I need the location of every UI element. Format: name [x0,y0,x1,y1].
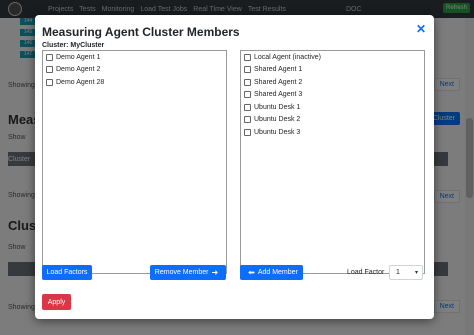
checkbox[interactable] [46,78,53,86]
load-factors-button[interactable]: Load Factors [42,265,92,280]
arrow-left-icon: ⬅ [248,268,255,277]
list-item[interactable]: Demo Agent 28 [43,76,226,89]
list-item-label: Demo Agent 28 [56,78,105,86]
list-item-label: Shared Agent 2 [254,78,303,86]
modal-title: Measuring Agent Cluster Members [42,25,240,39]
checkbox[interactable] [244,128,251,136]
close-icon[interactable]: ✕ [416,22,426,36]
cluster-members-list[interactable]: Demo Agent 1 Demo Agent 2 Demo Agent 28 [42,50,227,274]
arrow-right-icon: ➜ [211,268,219,277]
chevron-down-icon: ▾ [414,270,418,276]
list-item[interactable]: Ubuntu Desk 3 [241,126,424,139]
checkbox[interactable] [244,66,251,74]
list-item[interactable]: Demo Agent 2 [43,64,226,77]
remove-member-label: Remove Member [154,269,209,276]
checkbox[interactable] [244,78,251,86]
cluster-label: Cluster: MyCluster [42,42,105,49]
list-item-label: Shared Agent 3 [254,91,303,99]
load-factor-select[interactable]: 1 ▾ [389,265,423,280]
list-item[interactable]: Ubuntu Desk 2 [241,114,424,127]
checkbox[interactable] [46,53,53,61]
load-factor-value: 1 [396,269,400,276]
checkbox[interactable] [46,66,53,74]
list-item[interactable]: Ubuntu Desk 1 [241,101,424,114]
checkbox[interactable] [244,53,251,61]
add-member-label: Add Member [257,269,298,276]
list-item[interactable]: Shared Agent 3 [241,89,424,102]
load-factor-label: Load Factor [347,269,385,276]
remove-member-button[interactable]: Remove Member ➜ [150,265,226,280]
list-item[interactable]: Demo Agent 1 [43,51,226,64]
checkbox[interactable] [244,91,251,99]
list-item-label: Ubuntu Desk 3 [254,128,301,136]
list-item-label: Demo Agent 2 [56,66,101,74]
cluster-members-modal: Measuring Agent Cluster Members ✕ Cluste… [35,15,434,319]
list-item-label: Demo Agent 1 [56,53,101,61]
available-agents-list[interactable]: Local Agent (inactive) Shared Agent 1 Sh… [240,50,425,274]
list-item-label: Local Agent (inactive) [254,53,321,61]
checkbox[interactable] [244,116,251,124]
list-item[interactable]: Local Agent (inactive) [241,51,424,64]
list-item-label: Shared Agent 1 [254,66,303,74]
list-item[interactable]: Shared Agent 1 [241,64,424,77]
checkbox[interactable] [244,103,251,111]
add-member-button[interactable]: ⬅ Add Member [240,265,303,280]
list-item[interactable]: Shared Agent 2 [241,76,424,89]
apply-button[interactable]: Apply [42,294,71,310]
list-item-label: Ubuntu Desk 1 [254,103,301,111]
list-item-label: Ubuntu Desk 2 [254,116,301,124]
